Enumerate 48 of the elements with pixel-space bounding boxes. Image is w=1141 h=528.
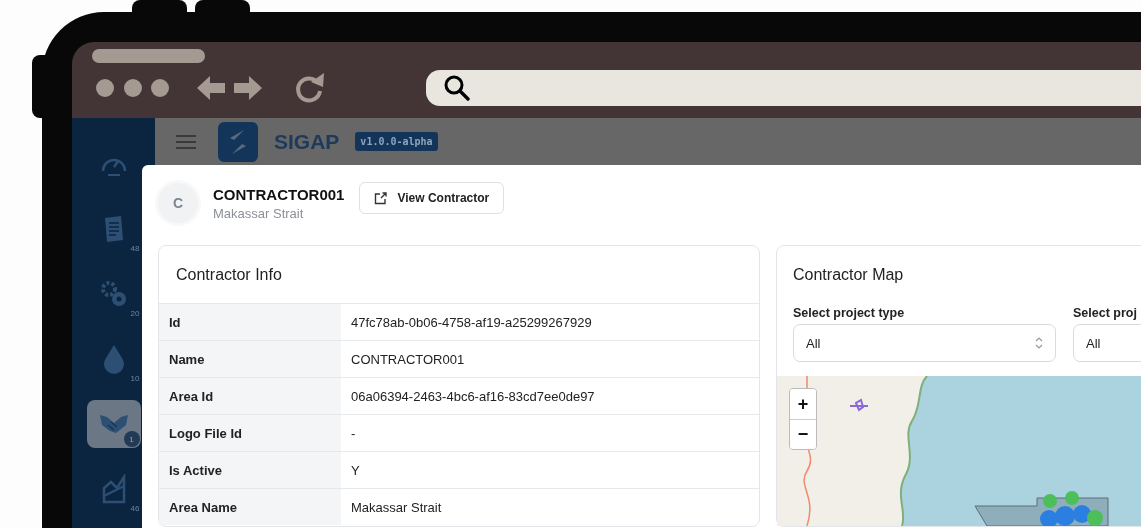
field-value: 06a06394-2463-4bc6-af16-83cd7ee0de97: [350, 387, 596, 406]
sidebar-item[interactable]: 1: [86, 400, 141, 448]
contractor-area: Makassar Strait: [213, 205, 345, 221]
count-label: 48: [130, 244, 140, 253]
card-title: Contractor Map: [792, 265, 905, 284]
chart-icon: [100, 474, 127, 504]
field-label: Area Id: [159, 378, 341, 414]
gears-icon: [98, 279, 129, 309]
window-dots-icon[interactable]: [96, 79, 170, 97]
zoom-out-button[interactable]: −: [790, 419, 816, 449]
avatar: C: [158, 183, 198, 223]
app-name: SIGAP: [274, 129, 340, 154]
logo-icon: [218, 121, 258, 162]
reload-icon[interactable]: [294, 71, 326, 105]
sidebar-item[interactable]: 20: [86, 270, 141, 318]
drop-icon: [102, 344, 125, 374]
field-value: Makassar Strait: [350, 498, 443, 517]
forward-arrow-icon[interactable]: [232, 76, 262, 100]
filter-label: Select project type: [793, 306, 906, 320]
sidebar-item[interactable]: 46: [86, 465, 141, 513]
field-label: Id: [159, 304, 341, 340]
select-field[interactable]: All: [1073, 324, 1141, 362]
contractor-name: CONTRACTOR001: [213, 185, 345, 203]
field-value: 47fc78ab-0b06-4758-af19-a25299267929: [350, 313, 593, 332]
tab-pill[interactable]: [92, 49, 205, 63]
view-contractor-button[interactable]: View Contractor: [359, 182, 505, 214]
search-icon: [444, 75, 470, 101]
chevrons-icon: [1035, 337, 1043, 349]
field-value: CONTRACTOR001: [350, 350, 466, 369]
count-label: 20: [130, 309, 140, 318]
count-badge: 1: [123, 431, 140, 447]
field-value: -: [350, 424, 357, 443]
filter-label: Select proj: [1073, 306, 1138, 320]
field-label: Logo File Id: [159, 415, 341, 451]
zoom-in-button[interactable]: +: [790, 389, 816, 419]
external-link-icon: [374, 191, 388, 205]
field-value: Y: [350, 461, 361, 480]
card-title: Contractor Info: [175, 264, 283, 285]
back-arrow-icon[interactable]: [197, 76, 227, 100]
version-badge: v1.0.0-alpha: [355, 132, 438, 151]
select-field[interactable]: All: [793, 324, 1056, 362]
field-label: Area Name: [159, 489, 341, 525]
count-label: 10: [130, 374, 140, 383]
field-label: Name: [159, 341, 341, 377]
field-label: Is Active: [159, 452, 341, 488]
count-label: 46: [130, 504, 140, 513]
sidebar-item[interactable]: 10: [86, 335, 141, 383]
sidebar-item[interactable]: 48: [86, 205, 141, 253]
